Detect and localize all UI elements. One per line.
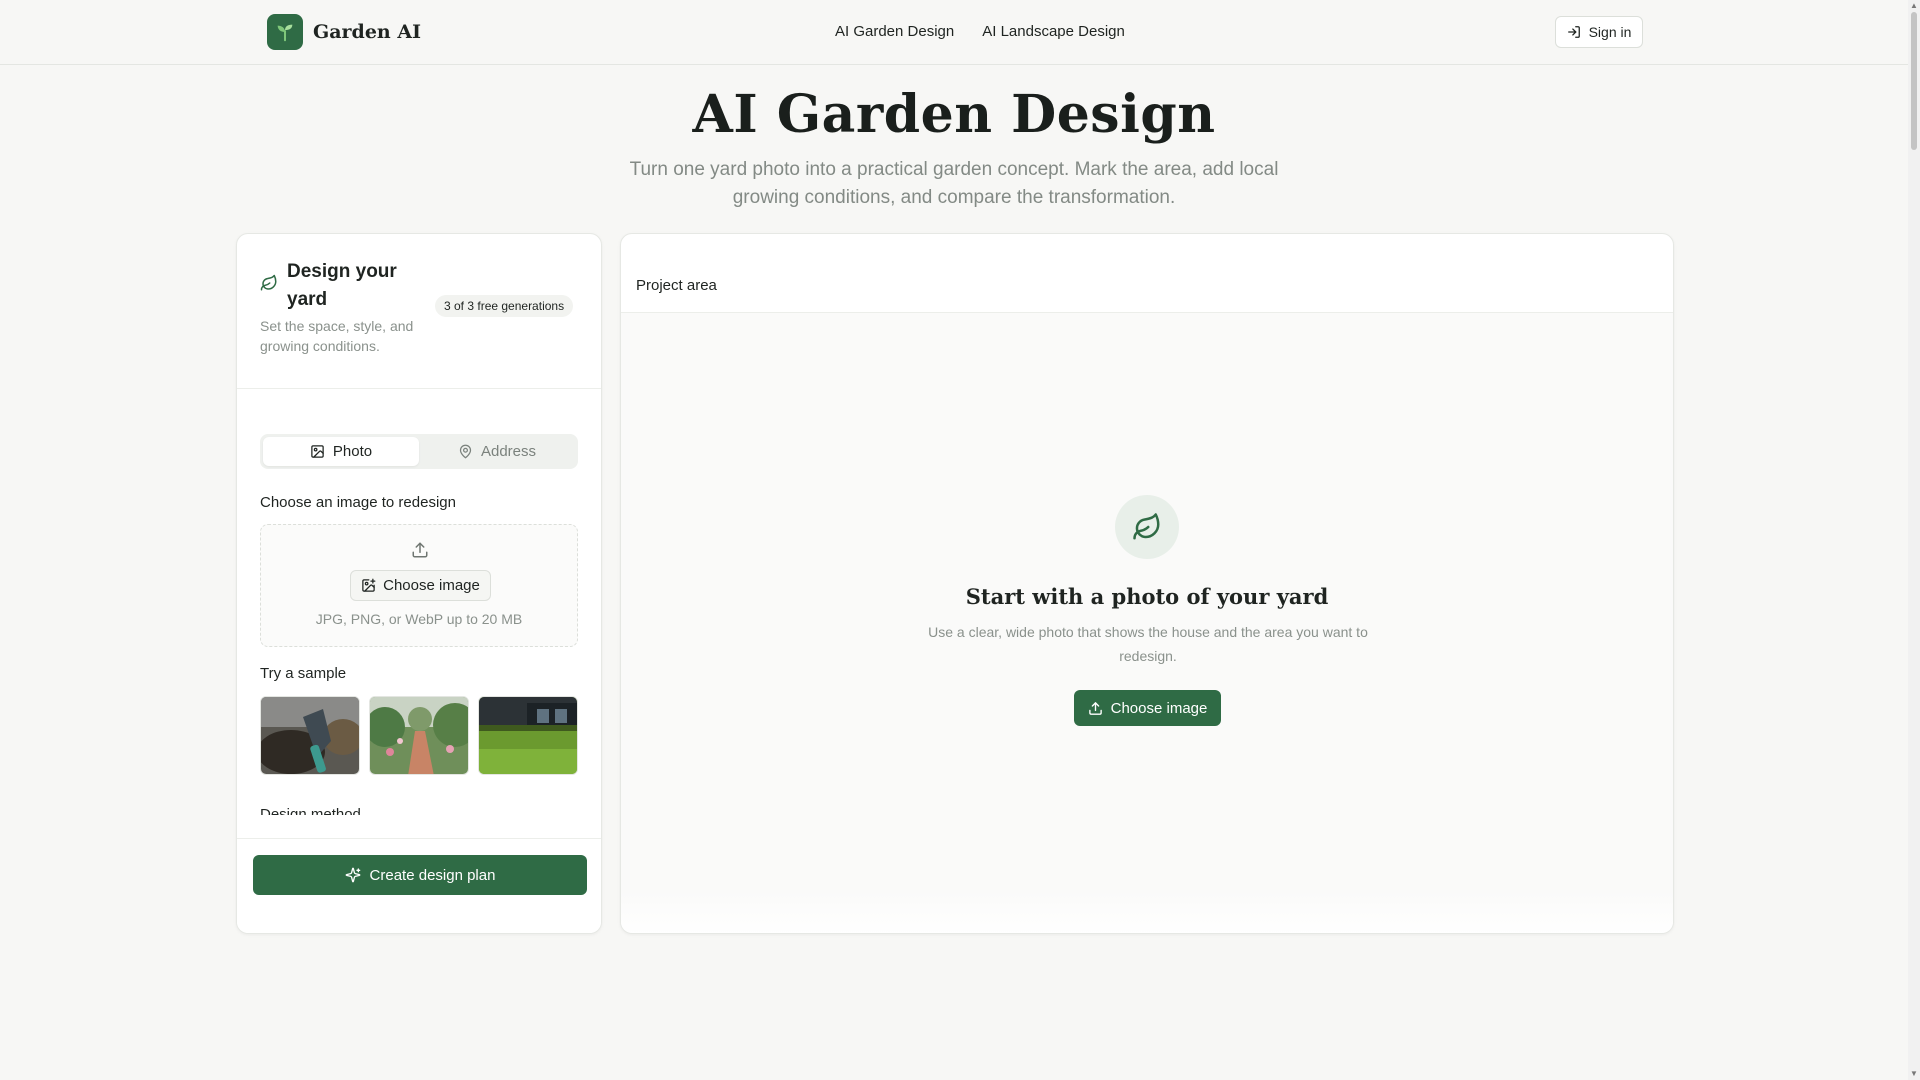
scroll-down-arrow-icon[interactable]: ▼ [1910,1070,1918,1078]
upload-icon [412,542,428,558]
image-plus-icon [362,578,376,592]
brand-link[interactable]: Garden AI [267,14,421,50]
scroll-up-arrow-icon[interactable]: ▲ [1910,2,1918,10]
map-pin-icon [459,444,472,459]
project-area-canvas[interactable]: Start with a photo of your yard Use a cl… [621,313,1673,933]
sign-in-label: Sign in [1588,24,1632,40]
panel-header: Design your yard Set the space, style, a… [237,234,601,389]
empty-state-description: Use a clear, wide photo that shows the h… [928,624,1368,664]
free-generations-badge: 3 of 3 free generations [435,295,574,317]
page-scrollbar[interactable]: ▲ ▼ [1908,0,1920,1080]
project-area-header: Project area [621,234,1673,313]
empty-state-choose-image-label: Choose image [1110,699,1208,717]
empty-state-leaf-icon [1115,495,1179,559]
image-dropzone[interactable]: Choose image JPG, PNG, or WebP up to 20 … [260,524,578,647]
empty-state-title: Start with a photo of your yard [965,584,1329,609]
project-area-title: Project area [636,277,717,294]
image-icon [311,445,324,458]
upload-icon [1088,701,1102,715]
sample-label: Try a sample [260,665,347,682]
page-title: AI Garden Design [692,84,1216,145]
tab-address-label: Address [480,443,537,460]
tab-photo-label: Photo [332,443,373,460]
choose-image-button-label: Choose image [383,577,480,594]
sign-in-button[interactable]: Sign in [1555,16,1643,48]
tab-address[interactable]: Address [419,437,575,466]
sample-images [260,696,578,775]
panel-footer: Create design plan [237,838,601,933]
sample-image-soil-trowel[interactable] [260,696,360,775]
sparkles-icon [345,867,360,883]
main-nav: AI Garden Design AI Landscape Design [835,23,1125,40]
top-navigation-bar: Garden AI AI Garden Design AI Landscape … [0,0,1908,65]
choose-image-button[interactable]: Choose image [350,570,491,601]
sample-image-lawn[interactable] [478,696,578,775]
sample-image-garden-path[interactable] [369,696,469,775]
leaf-icon [260,274,277,291]
panel-title: Design your yard [287,261,397,310]
sign-in-icon [1567,26,1580,38]
brand-name: Garden AI [313,21,421,43]
file-format-hint: JPG, PNG, or WebP up to 20 MB [315,611,523,627]
tab-photo[interactable]: Photo [263,437,419,466]
page-subtitle: Turn one yard photo into a practical gar… [629,159,1279,208]
project-area-panel: Project area Start with a photo of your … [620,233,1674,934]
source-tabs: Photo Address [260,434,578,469]
design-form-panel: Design your yard Set the space, style, a… [236,233,602,934]
panel-description: Set the space, style, and growing condit… [260,318,414,354]
scroll-thumb[interactable] [1911,12,1917,150]
nav-link-ai-landscape-design[interactable]: AI Landscape Design [982,23,1125,40]
sprout-logo-icon [267,14,303,50]
empty-state-choose-image-button[interactable]: Choose image [1074,690,1221,726]
design-method-label: Design method [260,806,361,815]
create-design-plan-button[interactable]: Create design plan [253,855,587,895]
choose-image-label: Choose an image to redesign [260,494,456,511]
create-design-plan-label: Create design plan [369,866,496,884]
nav-link-ai-garden-design[interactable]: AI Garden Design [835,23,954,40]
